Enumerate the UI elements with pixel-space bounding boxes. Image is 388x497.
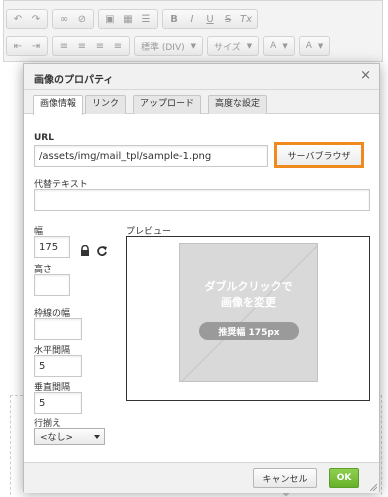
align-justify-icon[interactable]: ≡ <box>109 37 127 55</box>
height-field[interactable] <box>34 274 70 296</box>
cancel-button[interactable]: キャンセル <box>253 468 317 488</box>
editor-toolbar: ↶ ↷ ∞ ⊘ ▣ ▦ ☰ B I U S Tx ⇤ ⇥ ≡ ≡ ≡ ≡ 標準 … <box>3 0 383 62</box>
vspace-field[interactable]: 5 <box>34 392 82 414</box>
undo-icon[interactable]: ↶ <box>9 10 27 28</box>
bg-color-button[interactable]: A ▼ <box>298 36 331 56</box>
align-select[interactable]: <なし> <box>34 428 105 445</box>
align-select-value: <なし> <box>40 433 74 443</box>
font-color-button[interactable]: A ▼ <box>263 36 295 56</box>
preview-instruction-line1: ダブルクリックで <box>204 280 293 293</box>
toolbar-group-insert: ▣ ▦ ☰ <box>98 9 158 29</box>
clear-format-button[interactable]: Tx <box>237 10 255 28</box>
indent-icon[interactable]: ⇥ <box>27 37 45 55</box>
toolbar-row-1: ↶ ↷ ∞ ⊘ ▣ ▦ ☰ B I U S Tx <box>6 9 258 31</box>
bg-color-label: A <box>305 41 312 51</box>
tab-advanced[interactable]: 高度な設定 <box>208 95 268 114</box>
width-field[interactable]: 175 <box>34 236 70 258</box>
dialog-header: 画像のプロパティ × <box>24 64 379 90</box>
toolbar-row-2: ⇤ ⇥ ≡ ≡ ≡ ≡ 標準 (DIV) ▼ サイズ ▼ A ▼ A ▼ <box>6 36 331 58</box>
chevron-down-icon <box>94 435 100 439</box>
alt-text-field[interactable] <box>34 189 370 211</box>
dialog-title: 画像のプロパティ <box>34 75 114 86</box>
strike-button[interactable]: S <box>219 10 237 28</box>
format-combo-label: 標準 (DIV) <box>141 42 185 53</box>
border-field[interactable] <box>34 318 82 340</box>
toolbar-group-align: ≡ ≡ ≡ ≡ <box>52 36 130 56</box>
unlink-icon[interactable]: ⊘ <box>73 10 91 28</box>
toolbar-group-history: ↶ ↷ <box>6 9 48 29</box>
align-right-icon[interactable]: ≡ <box>91 37 109 55</box>
placeholder-diagonal <box>181 245 317 381</box>
outdent-icon[interactable]: ⇤ <box>9 37 27 55</box>
reset-size-icon[interactable] <box>96 245 108 257</box>
preview-instruction-line2: 画像を変更 <box>221 296 276 309</box>
format-combo[interactable]: 標準 (DIV) ▼ <box>134 36 204 56</box>
dialog-footer: キャンセル OK <box>24 462 379 493</box>
preview-instruction: ダブルクリックで 画像を変更 <box>180 279 317 311</box>
table-icon[interactable]: ▦ <box>119 10 137 28</box>
redo-icon[interactable]: ↷ <box>27 10 45 28</box>
chevron-down-icon: ▼ <box>190 42 197 50</box>
horizontal-rule-icon[interactable]: ☰ <box>137 10 155 28</box>
tab-upload[interactable]: アップロード <box>133 95 202 114</box>
ok-button[interactable]: OK <box>329 468 359 488</box>
font-color-label: A <box>270 41 277 51</box>
align-center-icon[interactable]: ≡ <box>73 37 91 55</box>
size-combo[interactable]: サイズ ▼ <box>207 36 260 56</box>
italic-button[interactable]: I <box>183 10 201 28</box>
align-left-icon[interactable]: ≡ <box>55 37 73 55</box>
image-preview: ダブルクリックで 画像を変更 推奨幅 175px <box>126 236 370 401</box>
hspace-field[interactable]: 5 <box>34 355 82 377</box>
size-combo-label: サイズ <box>214 42 241 53</box>
toolbar-group-indent: ⇤ ⇥ <box>6 36 48 56</box>
bold-button[interactable]: B <box>165 10 183 28</box>
underline-button[interactable]: U <box>201 10 219 28</box>
chevron-down-icon: ▼ <box>246 42 253 50</box>
preview-placeholder-image[interactable]: ダブルクリックで 画像を変更 推奨幅 175px <box>179 243 318 382</box>
tab-image-info[interactable]: 画像情報 <box>33 95 84 115</box>
lock-icon[interactable] <box>79 245 91 257</box>
recommended-width-badge: 推奨幅 175px <box>199 322 299 340</box>
dialog-tabs: 画像情報 リンク アップロード 高度な設定 <box>24 90 379 115</box>
image-icon[interactable]: ▣ <box>101 10 119 28</box>
close-icon[interactable]: × <box>360 69 371 83</box>
link-icon[interactable]: ∞ <box>55 10 73 28</box>
chevron-down-icon: ▼ <box>282 42 288 50</box>
tab-link[interactable]: リンク <box>85 95 127 114</box>
server-browser-button[interactable]: サーバブラウザ <box>274 142 364 168</box>
toolbar-group-style: B I U S Tx <box>162 9 258 29</box>
resize-grip-icon[interactable] <box>369 483 377 491</box>
chevron-down-icon: ▼ <box>317 42 324 50</box>
url-field[interactable]: /assets/img/mail_tpl/sample-1.png <box>34 145 268 167</box>
toolbar-group-link: ∞ ⊘ <box>52 9 94 29</box>
url-label: URL <box>34 133 54 143</box>
image-properties-dialog: 画像のプロパティ × 画像情報 リンク アップロード 高度な設定 URL /as… <box>23 63 380 493</box>
